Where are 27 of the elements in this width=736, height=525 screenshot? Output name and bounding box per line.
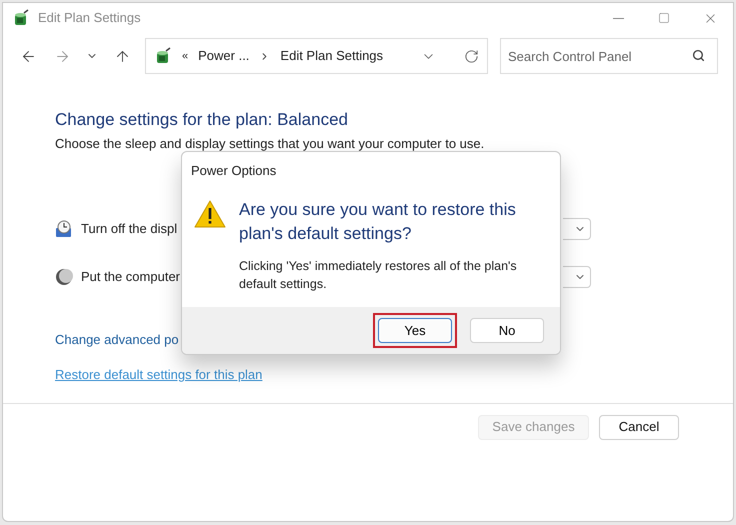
maximize-icon — [658, 12, 670, 24]
warning-icon — [194, 200, 226, 228]
app-icon — [12, 9, 30, 27]
address-bar[interactable]: « Power ... Edit Plan Settings — [145, 38, 488, 74]
dialog-button[interactable]: Yes — [378, 318, 452, 343]
page-description: Choose the sleep and display settings that you want your computer to use. — [55, 135, 486, 153]
clock-monitor-icon — [55, 220, 73, 238]
dropdown[interactable] — [563, 266, 591, 288]
dialog-heading: Are you sure you want to restore this plan's default settings? — [239, 198, 517, 244]
search-field[interactable]: Search Control Panel — [500, 38, 718, 74]
dropdown[interactable] — [563, 218, 591, 240]
breadcrumb[interactable]: Power ... — [198, 46, 250, 66]
app-icon — [154, 47, 172, 65]
refresh-icon[interactable] — [464, 48, 479, 64]
action-button[interactable]: Cancel — [599, 414, 679, 440]
dialog-button[interactable]: No — [470, 318, 544, 343]
page-heading: Change settings for the plan: Balanced — [55, 109, 349, 131]
setting-label: Put the computer — [81, 268, 180, 286]
breadcrumb[interactable]: « — [182, 48, 188, 64]
dialog-message: Clicking 'Yes' immediately restores all of the plan's default settings. — [239, 258, 518, 292]
breadcrumb[interactable]: Edit Plan Settings — [280, 46, 384, 66]
window-title: Edit Plan Settings — [38, 9, 141, 28]
dialog-title: Power Options — [190, 162, 278, 180]
moon-icon — [55, 268, 73, 286]
link[interactable]: Change advanced po — [55, 330, 179, 349]
search-icon — [692, 49, 705, 62]
setting-label: Turn off the displ — [81, 220, 178, 238]
